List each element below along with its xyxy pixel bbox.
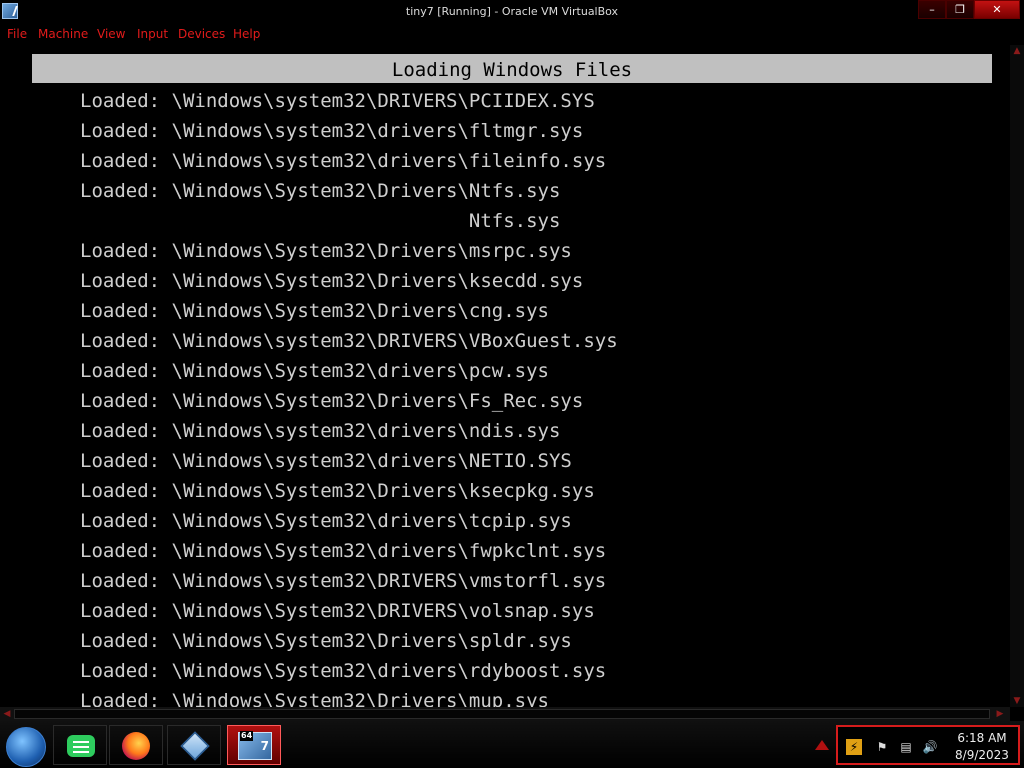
menu-machine[interactable]: Machine: [38, 27, 88, 41]
vm-arch-badge: 64: [240, 731, 254, 741]
tray-app-icon[interactable]: ⚡: [846, 739, 862, 755]
virtualbox-icon: [180, 731, 210, 761]
taskbar-vm-button[interactable]: 64 7: [227, 725, 281, 765]
boot-log-line: Loaded: \Windows\System32\drivers\tcpip.…: [80, 510, 572, 532]
taskbar: 64 7 ⚡ ⚑ ▤ 🔊 6:18 AM 8/9/2023: [0, 721, 1024, 768]
boot-log-line: Loaded: \Windows\system32\drivers\ndis.s…: [80, 420, 561, 442]
scroll-up-arrow-icon[interactable]: ▲: [1011, 45, 1023, 57]
boot-log-line: Loaded: \Windows\System32\DRIVERS\volsna…: [80, 600, 595, 622]
loading-header: Loading Windows Files: [32, 54, 992, 83]
boot-log-line: Loaded: \Windows\system32\drivers\fltmgr…: [80, 120, 584, 142]
boot-log-line: Loaded: \Windows\System32\drivers\fwpkcl…: [80, 540, 607, 562]
scroll-left-arrow-icon[interactable]: ◀: [1, 708, 13, 720]
vm-display[interactable]: Loading Windows Files Loaded: \Windows\s…: [0, 45, 1010, 707]
vertical-scrollbar[interactable]: ▲ ▼: [1010, 45, 1024, 707]
menu-devices[interactable]: Devices: [178, 27, 225, 41]
network-icon[interactable]: ▤: [898, 739, 914, 755]
boot-log-line: Loaded: \Windows\system32\DRIVERS\vmstor…: [80, 570, 607, 592]
boot-log-line: Loaded: \Windows\System32\Drivers\cng.sy…: [80, 300, 549, 322]
boot-log-line: Loaded: \Windows\System32\drivers\pcw.sy…: [80, 360, 549, 382]
boot-log-line: Loaded: \Windows\System32\drivers\rdyboo…: [80, 660, 607, 682]
boot-log-line: Loaded: \Windows\system32\DRIVERS\PCIIDE…: [80, 90, 595, 112]
horizontal-scrollbar[interactable]: ◀ ▶: [0, 707, 1010, 721]
menu-view[interactable]: View: [97, 27, 125, 41]
menu-file[interactable]: File: [7, 27, 27, 41]
boot-log-line: Loaded: \Windows\system32\drivers\filein…: [80, 150, 607, 172]
menu-help[interactable]: Help: [233, 27, 260, 41]
vm-window-icon: 64 7: [238, 731, 272, 760]
action-center-flag-icon[interactable]: ⚑: [874, 739, 890, 755]
volume-icon[interactable]: 🔊: [922, 739, 938, 755]
boot-log-line: Loaded: \Windows\System32\Drivers\ksecpk…: [80, 480, 595, 502]
boot-log-line: Loaded: \Windows\System32\Drivers\ksecdd…: [80, 270, 584, 292]
taskbar-virtualbox-button[interactable]: [167, 725, 221, 765]
horizontal-scroll-thumb[interactable]: [14, 709, 990, 719]
maximize-button[interactable]: ❐: [946, 0, 974, 19]
scroll-down-arrow-icon[interactable]: ▼: [1011, 695, 1023, 707]
firefox-icon: [122, 732, 150, 760]
taskbar-notes-button[interactable]: [53, 725, 107, 765]
clock-time[interactable]: 6:18 AM: [946, 731, 1018, 745]
show-hidden-icons-arrow-icon[interactable]: [815, 740, 829, 750]
scroll-right-arrow-icon[interactable]: ▶: [994, 708, 1006, 720]
clock-date[interactable]: 8/9/2023: [946, 748, 1018, 762]
boot-log-line: Loaded: \Windows\system32\DRIVERS\VBoxGu…: [80, 330, 618, 352]
boot-log-line: Loaded: \Windows\System32\Drivers\msrpc.…: [80, 240, 572, 262]
vm-number: 7: [260, 739, 269, 753]
title-bar[interactable]: tiny7 [Running] - Oracle VM VirtualBox –…: [0, 0, 1024, 24]
boot-log-line: Loaded: \Windows\System32\Drivers\Fs_Rec…: [80, 390, 584, 412]
notification-area: ⚡ ⚑ ▤ 🔊 6:18 AM 8/9/2023: [836, 725, 1020, 765]
close-button[interactable]: ✕: [974, 0, 1020, 19]
boot-log-line: Loaded: \Windows\System32\Drivers\mup.sy…: [80, 690, 549, 707]
start-button[interactable]: [6, 727, 46, 767]
minimize-button[interactable]: –: [918, 0, 946, 19]
boot-log-line: Ntfs.sys: [80, 210, 561, 232]
window-title: tiny7 [Running] - Oracle VM VirtualBox: [405, 5, 619, 18]
boot-log-line: Loaded: \Windows\System32\Drivers\Ntfs.s…: [80, 180, 561, 202]
boot-log-line: Loaded: \Windows\system32\drivers\NETIO.…: [80, 450, 572, 472]
menu-input[interactable]: Input: [137, 27, 168, 41]
boot-log-line: Loaded: \Windows\System32\Drivers\spldr.…: [80, 630, 572, 652]
menu-bar: File Machine View Input Devices Help: [0, 24, 1024, 45]
notes-icon: [67, 735, 95, 757]
taskbar-firefox-button[interactable]: [109, 725, 163, 765]
